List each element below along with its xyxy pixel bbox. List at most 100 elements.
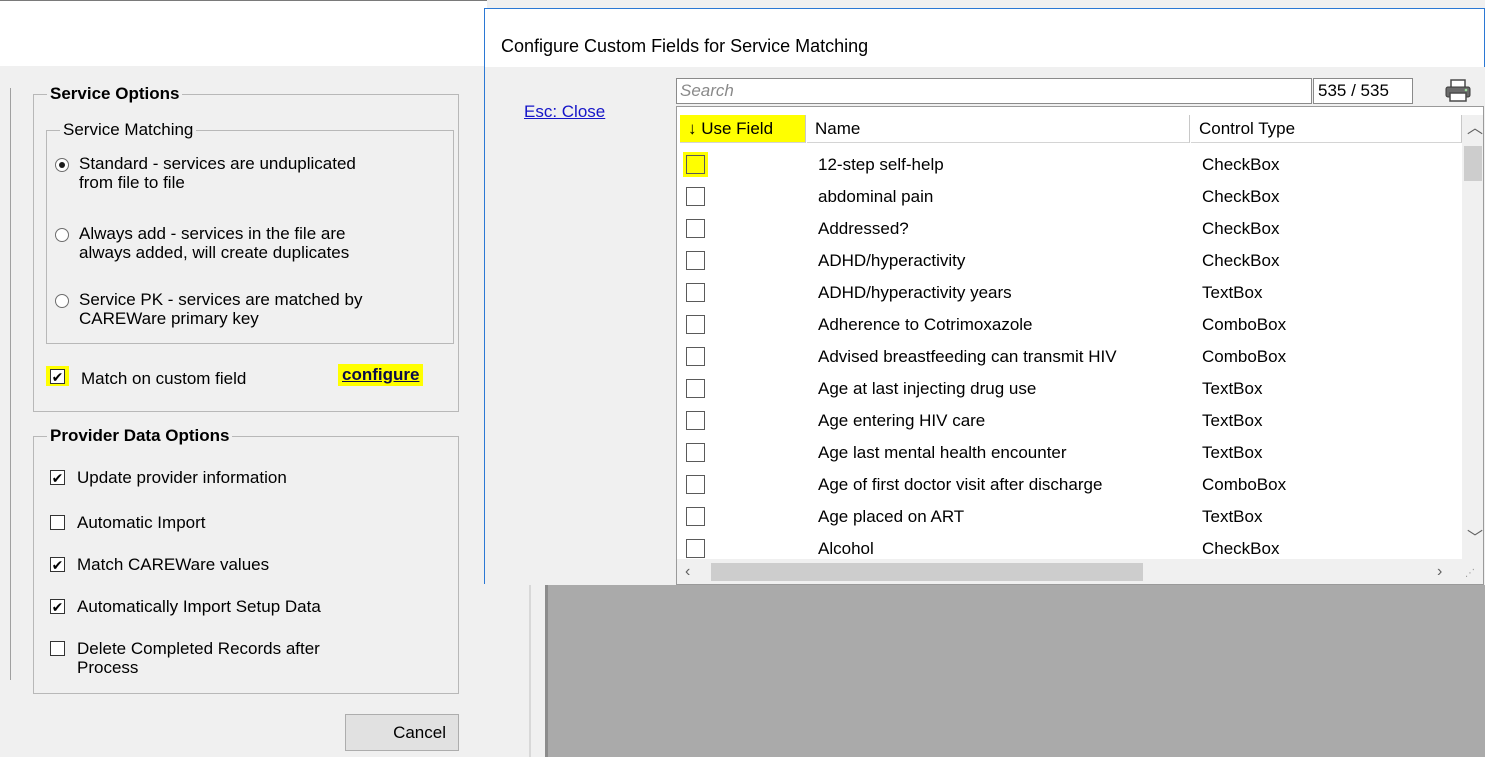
- use-field-checkbox[interactable]: [686, 219, 705, 238]
- table-row[interactable]: 12-step self-help CheckBox: [677, 149, 1462, 181]
- table-row[interactable]: Addressed? CheckBox: [677, 213, 1462, 245]
- radio-always-add-line2: always added, will create duplicates: [79, 243, 350, 262]
- field-name: Age placed on ART: [818, 507, 965, 526]
- use-field-checkbox[interactable]: [686, 475, 705, 494]
- field-name: Age last mental health encounter: [818, 443, 1067, 462]
- delete-completed-checkbox[interactable]: Delete Completed Records after Process: [50, 638, 320, 677]
- resize-grip-icon[interactable]: ⋰: [1465, 569, 1475, 579]
- splitter-line: [529, 584, 531, 757]
- column-header-use-field[interactable]: ↓ Use Field: [680, 115, 806, 143]
- radio-service-pk-line2: CAREWare primary key: [79, 309, 259, 328]
- control-type: TextBox: [1202, 507, 1263, 526]
- control-type: TextBox: [1202, 283, 1263, 302]
- radio-standard-indicator[interactable]: [55, 158, 69, 172]
- field-name: ADHD/hyperactivity years: [818, 283, 1012, 302]
- table-row[interactable]: Age last mental health encounter TextBox: [677, 437, 1462, 469]
- delete-completed-label-2: Process: [77, 658, 139, 677]
- control-type: ComboBox: [1202, 347, 1287, 366]
- scroll-up-icon[interactable]: ︿: [1467, 121, 1483, 137]
- use-field-checkbox[interactable]: [686, 347, 705, 366]
- scroll-left-icon[interactable]: ‹: [685, 564, 690, 580]
- match-custom-field-checkbox[interactable]: ✔ Match on custom field: [46, 366, 246, 390]
- scroll-down-icon[interactable]: ﹀: [1467, 531, 1483, 547]
- radio-standard[interactable]: Standard - services are unduplicated from…: [55, 154, 356, 192]
- esc-close-link[interactable]: Esc: Close: [524, 102, 605, 122]
- field-name: Advised breastfeeding can transmit HIV: [818, 347, 1117, 366]
- control-type: ComboBox: [1202, 475, 1287, 494]
- table-row[interactable]: Age at last injecting drug use TextBox: [677, 373, 1462, 405]
- use-field-checkbox[interactable]: [686, 411, 705, 430]
- table-row[interactable]: abdominal pain CheckBox: [677, 181, 1462, 213]
- table-row[interactable]: ADHD/hyperactivity years TextBox: [677, 277, 1462, 309]
- top-strip: [0, 0, 487, 66]
- scroll-right-icon[interactable]: ›: [1437, 564, 1442, 580]
- table-row[interactable]: Adherence to Cotrimoxazole ComboBox: [677, 309, 1462, 341]
- radio-always-add[interactable]: Always add - services in the file are alw…: [55, 224, 349, 262]
- control-type: CheckBox: [1202, 251, 1280, 270]
- configure-link[interactable]: configure: [338, 364, 424, 386]
- provider-data-options-title: Provider Data Options: [47, 426, 233, 446]
- service-matching-title: Service Matching: [60, 120, 197, 140]
- auto-import-setup-checkbox[interactable]: ✔ Automatically Import Setup Data: [50, 596, 321, 618]
- radio-service-pk-indicator[interactable]: [55, 294, 69, 308]
- use-field-checkbox[interactable]: [686, 379, 705, 398]
- field-name: Age at last injecting drug use: [818, 379, 1037, 398]
- service-options-title: Service Options: [47, 84, 183, 104]
- column-header-control-type[interactable]: Control Type: [1191, 115, 1462, 143]
- radio-always-add-indicator[interactable]: [55, 228, 69, 242]
- automatic-import-checkbox[interactable]: Automatic Import: [50, 512, 206, 534]
- empty-content-area: [548, 584, 1485, 757]
- match-careware-values-checkbox[interactable]: ✔ Match CAREWare values: [50, 554, 269, 576]
- radio-service-pk-line1: Service PK - services are matched by: [79, 290, 363, 309]
- control-type: ComboBox: [1202, 315, 1287, 334]
- match-custom-field-label: Match on custom field: [81, 369, 247, 388]
- automatic-import-box[interactable]: [50, 515, 65, 530]
- update-provider-label: Update provider information: [77, 468, 287, 487]
- field-name: ADHD/hyperactivity: [818, 251, 966, 270]
- control-type: TextBox: [1202, 443, 1263, 462]
- control-type: CheckBox: [1202, 219, 1280, 238]
- auto-import-setup-label: Automatically Import Setup Data: [77, 597, 321, 616]
- use-field-checkbox[interactable]: [686, 507, 705, 526]
- use-field-checkbox[interactable]: [686, 443, 705, 462]
- column-header-name[interactable]: Name: [807, 115, 1190, 143]
- cancel-button[interactable]: Cancel: [345, 714, 459, 751]
- auto-import-setup-box[interactable]: ✔: [50, 599, 65, 614]
- printer-icon: [1445, 79, 1471, 102]
- delete-completed-label: Delete Completed Records after: [77, 639, 320, 658]
- vertical-scrollbar[interactable]: [1462, 115, 1483, 559]
- print-button[interactable]: [1440, 77, 1476, 105]
- automatic-import-label: Automatic Import: [77, 513, 206, 532]
- dialog-title: Configure Custom Fields for Service Matc…: [501, 36, 869, 56]
- radio-always-add-line1: Always add - services in the file are: [79, 224, 346, 243]
- match-careware-values-box[interactable]: ✔: [50, 557, 65, 572]
- match-custom-field-box[interactable]: ✔: [50, 369, 65, 384]
- radio-service-pk[interactable]: Service PK - services are matched by CARE…: [55, 290, 362, 328]
- custom-fields-grid: ↓ Use Field Name Control Type 12-step se…: [676, 106, 1484, 585]
- field-name: Addressed?: [818, 219, 909, 238]
- vertical-scroll-thumb[interactable]: [1464, 146, 1482, 181]
- field-name: abdominal pain: [818, 187, 934, 206]
- use-field-checkbox[interactable]: [686, 539, 705, 558]
- table-row[interactable]: Age placed on ART TextBox: [677, 501, 1462, 533]
- control-type: CheckBox: [1202, 155, 1280, 174]
- delete-completed-box[interactable]: [50, 641, 65, 656]
- update-provider-checkbox[interactable]: ✔ Update provider information: [50, 467, 287, 489]
- use-field-checkbox[interactable]: [686, 251, 705, 270]
- field-name: Age entering HIV care: [818, 411, 986, 430]
- field-name: Age of first doctor visit after discharg…: [818, 475, 1103, 494]
- table-row[interactable]: Age of first doctor visit after discharg…: [677, 469, 1462, 501]
- field-name: Adherence to Cotrimoxazole: [818, 315, 1033, 334]
- horizontal-scroll-thumb[interactable]: [711, 563, 1143, 581]
- update-provider-box[interactable]: ✔: [50, 470, 65, 485]
- table-row[interactable]: Age entering HIV care TextBox: [677, 405, 1462, 437]
- table-row[interactable]: ADHD/hyperactivity CheckBox: [677, 245, 1462, 277]
- table-row[interactable]: Advised breastfeeding can transmit HIV Co…: [677, 341, 1462, 373]
- control-type: TextBox: [1202, 379, 1263, 398]
- use-field-checkbox[interactable]: [686, 187, 705, 206]
- use-field-checkbox[interactable]: [686, 155, 705, 174]
- radio-standard-line1: Standard - services are unduplicated: [79, 154, 356, 173]
- use-field-checkbox[interactable]: [686, 283, 705, 302]
- use-field-checkbox[interactable]: [686, 315, 705, 334]
- search-input[interactable]: [676, 78, 1312, 104]
